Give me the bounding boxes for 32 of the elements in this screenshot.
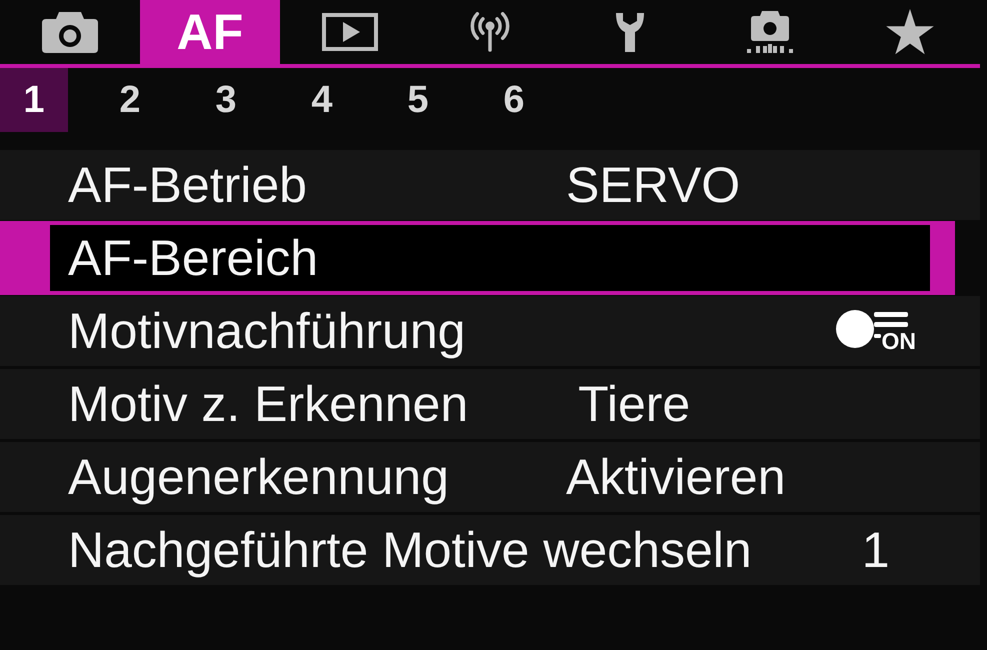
item-value: SERVO — [566, 156, 740, 215]
item-label: Nachgeführte Motive wechseln — [68, 521, 752, 580]
item-value: Tiere — [578, 375, 690, 434]
item-label: Motivnachführung — [68, 302, 466, 361]
on-label: ON — [882, 328, 916, 352]
item-label: Motiv z. Erkennen — [68, 375, 468, 434]
lines-icon — [874, 312, 908, 326]
circle-icon — [836, 310, 874, 348]
play-icon — [322, 13, 378, 51]
camera-icon — [42, 11, 98, 53]
item-value: 1 — [862, 521, 890, 580]
dash-icon — [874, 334, 880, 338]
camera-scale-icon — [746, 10, 794, 54]
page-tab[interactable]: 3 — [192, 68, 260, 132]
star-icon — [886, 9, 934, 55]
wrench-icon — [613, 11, 647, 53]
page-tab[interactable]: 6 — [480, 68, 548, 132]
menu-item[interactable]: Motiv z. Erkennen Tiere — [0, 369, 980, 439]
page-tab[interactable]: 2 — [96, 68, 164, 132]
menu-item[interactable]: AF-Betrieb SERVO — [0, 150, 980, 220]
item-value: Aktivieren — [566, 448, 786, 507]
menu-tab[interactable]: AF — [140, 0, 280, 64]
menu-item[interactable]: Nachgeführte Motive wechseln 1 — [0, 515, 980, 585]
menu-item[interactable]: Augenerkennung Aktivieren — [0, 442, 980, 512]
page-tab[interactable]: 5 — [384, 68, 452, 132]
item-label: AF-Bereich — [68, 229, 320, 288]
page-tab[interactable]: 1 — [0, 68, 68, 132]
item-label: AF-Betrieb — [68, 156, 308, 215]
menu-item[interactable]: Motivnachführung ON — [0, 296, 980, 366]
menu-item[interactable]: AF-Bereich — [0, 221, 955, 295]
page-tab[interactable]: 4 — [288, 68, 356, 132]
item-label: Augenerkennung — [68, 448, 450, 507]
